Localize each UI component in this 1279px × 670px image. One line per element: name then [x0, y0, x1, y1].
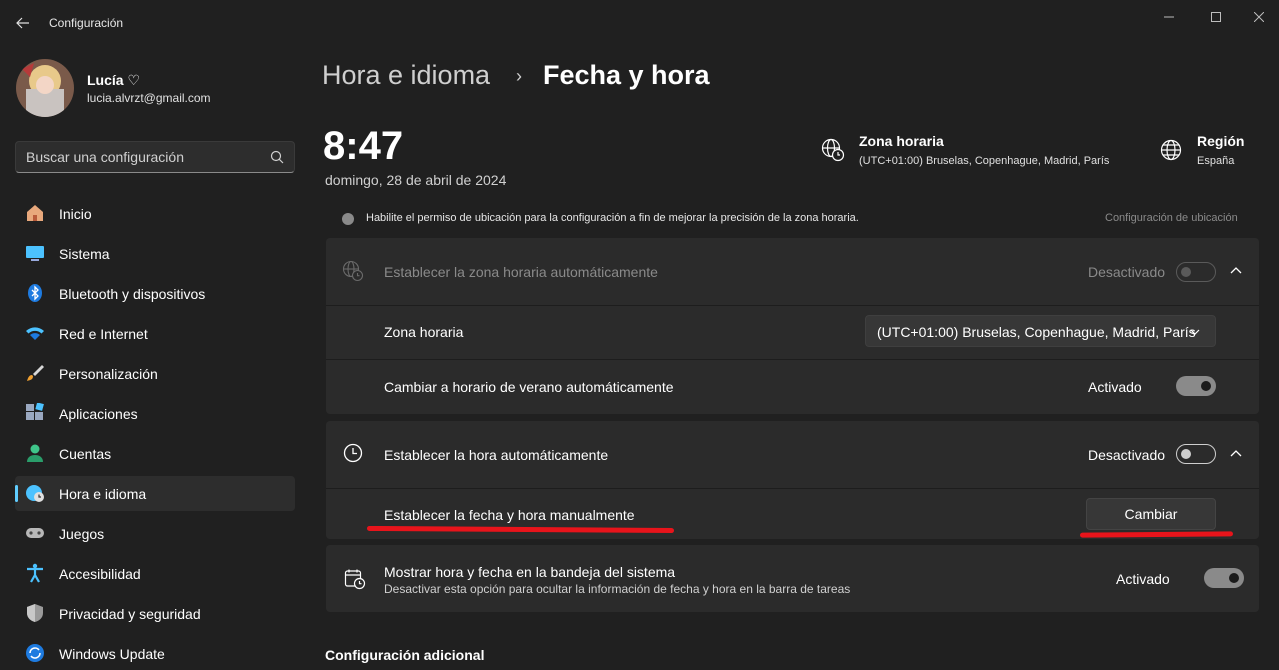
search-box[interactable]	[15, 141, 295, 173]
sidebar-item-label: Windows Update	[59, 646, 165, 662]
sidebar-item-inicio[interactable]: Inicio	[15, 196, 295, 231]
close-icon	[1254, 12, 1264, 22]
sidebar-item-juegos[interactable]: Juegos	[15, 516, 295, 551]
sidebar-item-accesibilidad[interactable]: Accesibilidad	[15, 556, 295, 591]
bluetooth-icon	[28, 284, 42, 302]
divider	[326, 359, 1259, 360]
dst-label: Cambiar a horario de verano automáticame…	[384, 379, 674, 395]
home-icon	[27, 205, 43, 221]
sidebar-item-label: Personalización	[59, 366, 158, 382]
timezone-dropdown-value: (UTC+01:00) Bruselas, Copenhague, Madrid…	[877, 324, 1196, 340]
globe-icon	[1160, 139, 1182, 161]
tray-toggle[interactable]	[1204, 568, 1244, 588]
location-settings-link[interactable]: Configuración de ubicación	[1105, 212, 1238, 224]
auto-timezone-state: Desactivado	[1088, 264, 1166, 280]
update-icon	[26, 644, 44, 662]
tray-sublabel: Desactivar esta opción para ocultar la i…	[384, 582, 851, 596]
page-title: Fecha y hora	[543, 60, 710, 90]
timezone-label: Zona horaria	[384, 324, 464, 340]
sidebar-item-privacidad[interactable]: Privacidad y seguridad	[15, 596, 295, 631]
chevron-up-icon[interactable]	[1228, 263, 1244, 279]
clock-time: 8:47	[323, 124, 404, 168]
auto-timezone-toggle[interactable]	[1176, 262, 1216, 282]
close-button[interactable]	[1239, 6, 1279, 28]
monitor-icon	[26, 246, 44, 261]
accessibility-icon	[27, 563, 43, 583]
sidebar-item-hora-e-idioma[interactable]: Hora e idioma	[15, 476, 295, 511]
chevron-down-icon	[1190, 329, 1200, 335]
sidebar-item-label: Bluetooth y dispositivos	[59, 286, 206, 302]
auto-time-state: Desactivado	[1088, 447, 1166, 463]
brush-icon	[27, 365, 44, 381]
globe-clock-icon	[342, 260, 364, 282]
region-title: Región	[1197, 133, 1245, 149]
sidebar-item-cuentas[interactable]: Cuentas	[15, 436, 295, 471]
arrow-left-icon	[16, 17, 29, 29]
change-button[interactable]: Cambiar	[1086, 498, 1216, 530]
auto-time-label: Establecer la hora automáticamente	[384, 447, 609, 463]
avatar[interactable]	[16, 59, 74, 117]
clock-date: domingo, 28 de abril de 2024	[325, 172, 507, 188]
globe-clock-icon	[821, 138, 845, 162]
tray-label: Mostrar hora y fecha en la bandeja del s…	[384, 564, 676, 580]
shield-icon	[27, 604, 43, 622]
maximize-icon	[1211, 12, 1221, 22]
sidebar-item-personalizacion[interactable]: Personalización	[15, 356, 295, 391]
minimize-icon	[1164, 16, 1174, 18]
globe-clock-icon	[26, 485, 44, 502]
auto-timezone-label: Establecer la zona horaria automáticamen…	[384, 264, 658, 280]
info-icon	[342, 213, 354, 225]
maximize-button[interactable]	[1196, 6, 1236, 28]
timezone-title: Zona horaria	[859, 133, 944, 149]
user-name: Lucía ♡	[87, 72, 141, 88]
sidebar-item-label: Red e Internet	[59, 326, 148, 342]
search-icon	[270, 150, 284, 164]
chevron-up-icon[interactable]	[1228, 446, 1244, 462]
manual-time-label: Establecer la fecha y hora manualmente	[384, 507, 635, 523]
sidebar-item-label: Aplicaciones	[59, 406, 138, 422]
sidebar-item-sistema[interactable]: Sistema	[15, 236, 295, 271]
divider	[326, 488, 1259, 489]
region-value: España	[1197, 155, 1235, 167]
sidebar-item-bluetooth[interactable]: Bluetooth y dispositivos	[15, 276, 295, 311]
user-email: lucia.alvrzt@gmail.com	[87, 91, 211, 105]
sidebar-item-windows-update[interactable]: Windows Update	[15, 636, 295, 670]
sidebar-item-red[interactable]: Red e Internet	[15, 316, 295, 351]
tray-state: Activado	[1116, 571, 1170, 587]
divider	[326, 305, 1259, 306]
sidebar-item-label: Sistema	[59, 246, 110, 262]
sidebar-item-label: Inicio	[59, 206, 92, 222]
timezone-dropdown[interactable]: (UTC+01:00) Bruselas, Copenhague, Madrid…	[865, 315, 1216, 347]
wifi-icon	[26, 327, 44, 340]
sidebar-item-label: Juegos	[59, 526, 105, 542]
sidebar-item-label: Hora e idioma	[59, 486, 147, 502]
sidebar-item-aplicaciones[interactable]: Aplicaciones	[15, 396, 295, 431]
auto-time-toggle[interactable]	[1176, 444, 1216, 464]
calendar-clock-icon	[344, 569, 366, 590]
location-notice: Habilite el permiso de ubicación para la…	[366, 212, 859, 224]
timezone-value: (UTC+01:00) Bruselas, Copenhague, Madrid…	[859, 155, 1110, 167]
clock-icon	[343, 443, 363, 463]
sidebar-item-label: Accesibilidad	[59, 566, 141, 582]
dst-toggle[interactable]	[1176, 376, 1216, 396]
back-button[interactable]	[10, 10, 36, 36]
gamepad-icon	[26, 528, 44, 538]
title-bar: Configuración	[0, 0, 1279, 48]
app-title: Configuración	[49, 16, 124, 30]
chevron-right-icon: ›	[516, 66, 522, 86]
minimize-button[interactable]	[1149, 6, 1189, 28]
dst-state: Activado	[1088, 379, 1142, 395]
apps-icon	[26, 403, 44, 420]
sidebar-item-label: Privacidad y seguridad	[59, 606, 201, 622]
additional-settings-title: Configuración adicional	[325, 647, 485, 663]
sidebar-item-label: Cuentas	[59, 446, 112, 462]
breadcrumb-parent[interactable]: Hora e idioma	[322, 60, 490, 91]
search-input[interactable]	[26, 149, 256, 165]
person-icon	[27, 444, 43, 462]
